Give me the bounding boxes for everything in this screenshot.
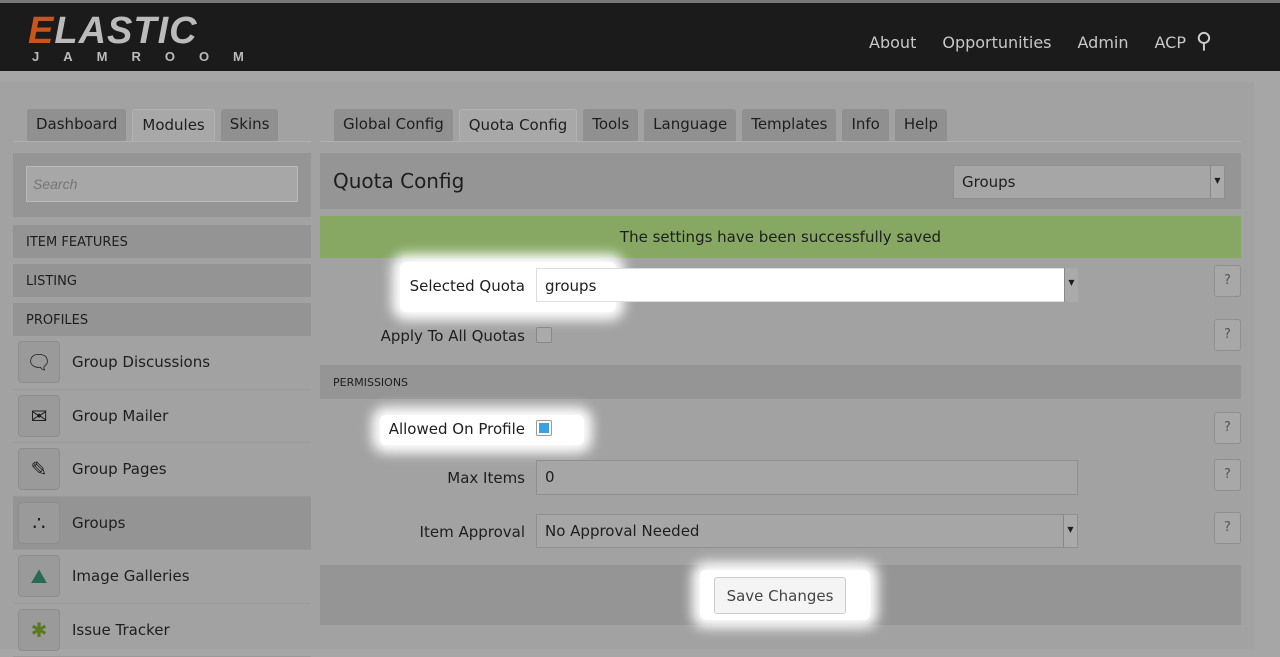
category-item-features[interactable]: ITEM FEATURES (13, 225, 311, 258)
item-approval-label: Item Approval (320, 523, 525, 541)
tab-tools[interactable]: Tools (583, 109, 638, 142)
logo-text: LASTIC (54, 10, 197, 52)
module-label: Issue Tracker (72, 621, 170, 639)
top-nav: About Opportunities Admin ACP (869, 33, 1186, 52)
logo-subtext: JAMROOM (32, 49, 268, 64)
module-label: Group Discussions (72, 353, 210, 371)
divider (320, 141, 1241, 142)
picture-icon: ⛰ (18, 555, 60, 597)
nav-opportunities[interactable]: Opportunities (942, 33, 1051, 52)
left-tabs: Dashboard Modules Skins (27, 109, 278, 142)
chevron-down-icon: ▼ (1063, 515, 1077, 547)
search-icon[interactable]: ⚲ (1196, 29, 1212, 54)
selected-quota-arrow[interactable]: ▼ (1063, 268, 1078, 302)
sidebar: ITEM FEATURES LISTING PROFILES 🗨 Group Di… (13, 153, 311, 657)
apply-all-checkbox[interactable] (536, 327, 552, 343)
module-image-galleries[interactable]: ⛰ Image Galleries (13, 550, 311, 604)
tab-templates[interactable]: Templates (742, 109, 836, 142)
help-button[interactable]: ? (1214, 512, 1241, 544)
group-select[interactable]: Groups ▼ (953, 165, 1225, 199)
module-group-pages[interactable]: ✎ Group Pages (13, 443, 311, 497)
permissions-header: PERMISSIONS (320, 365, 1241, 399)
tab-modules[interactable]: Modules (132, 109, 214, 142)
tab-info[interactable]: Info (842, 109, 888, 142)
module-groups[interactable]: ∴ Groups (13, 497, 311, 551)
help-button[interactable]: ? (1214, 412, 1241, 444)
nav-admin[interactable]: Admin (1078, 33, 1129, 52)
allowed-on-profile-label: Allowed On Profile (320, 420, 525, 438)
nav-acp[interactable]: ACP (1155, 33, 1186, 52)
selected-quota-select[interactable] (536, 268, 1078, 302)
module-group-discussions[interactable]: 🗨 Group Discussions (13, 336, 311, 390)
tab-help[interactable]: Help (895, 109, 947, 142)
sidebar-search (13, 153, 311, 217)
config-tabs: Global Config Quota Config Tools Languag… (334, 109, 947, 142)
selected-quota-value: groups (545, 277, 596, 295)
notepad-icon: ✎ (18, 448, 60, 490)
chevron-down-icon: ▼ (1064, 268, 1078, 302)
module-label: Image Galleries (72, 567, 190, 585)
mail-icon: ✉ (18, 395, 60, 437)
chevron-down-icon: ▼ (1210, 166, 1224, 198)
page-title: Quota Config (333, 169, 464, 193)
select-value: Groups (962, 173, 1015, 191)
help-button[interactable]: ? (1214, 265, 1241, 297)
module-label: Groups (72, 514, 125, 532)
approval-value: No Approval Needed (545, 522, 699, 540)
divider (13, 141, 311, 142)
category-listing[interactable]: LISTING (13, 264, 311, 297)
help-button[interactable]: ? (1214, 459, 1241, 491)
logo[interactable]: ELASTIC JAMROOM (28, 13, 268, 64)
tab-quota-config[interactable]: Quota Config (459, 109, 577, 142)
tab-global-config[interactable]: Global Config (334, 109, 453, 142)
module-label: Group Mailer (72, 407, 168, 425)
logo-initial: E (28, 10, 54, 52)
module-group-mailer[interactable]: ✉ Group Mailer (13, 390, 311, 444)
header: ELASTIC JAMROOM About Opportunities Admi… (0, 0, 1280, 71)
help-button[interactable]: ? (1214, 319, 1241, 351)
chat-icon: 🗨 (18, 341, 60, 383)
success-message: The settings have been successfully save… (320, 216, 1241, 258)
selected-quota-label: Selected Quota (320, 277, 525, 295)
category-profiles[interactable]: PROFILES (13, 303, 311, 336)
groups-icon: ∴ (18, 502, 60, 544)
tab-dashboard[interactable]: Dashboard (27, 109, 126, 142)
save-changes-button[interactable]: Save Changes (714, 577, 846, 614)
nav-about[interactable]: About (869, 33, 916, 52)
max-items-value: 0 (545, 468, 555, 486)
check-mark (539, 423, 549, 433)
max-items-label: Max Items (320, 469, 525, 487)
item-approval-select[interactable]: No Approval Needed ▼ (536, 514, 1078, 548)
search-input[interactable] (26, 166, 298, 202)
max-items-input[interactable]: 0 (536, 460, 1078, 495)
apply-all-label: Apply To All Quotas (320, 327, 525, 345)
module-label: Group Pages (72, 460, 167, 478)
bug-icon: ✱ (18, 609, 60, 651)
tab-skins[interactable]: Skins (221, 109, 279, 142)
allowed-on-profile-checkbox[interactable] (536, 420, 552, 436)
tab-language[interactable]: Language (644, 109, 736, 142)
